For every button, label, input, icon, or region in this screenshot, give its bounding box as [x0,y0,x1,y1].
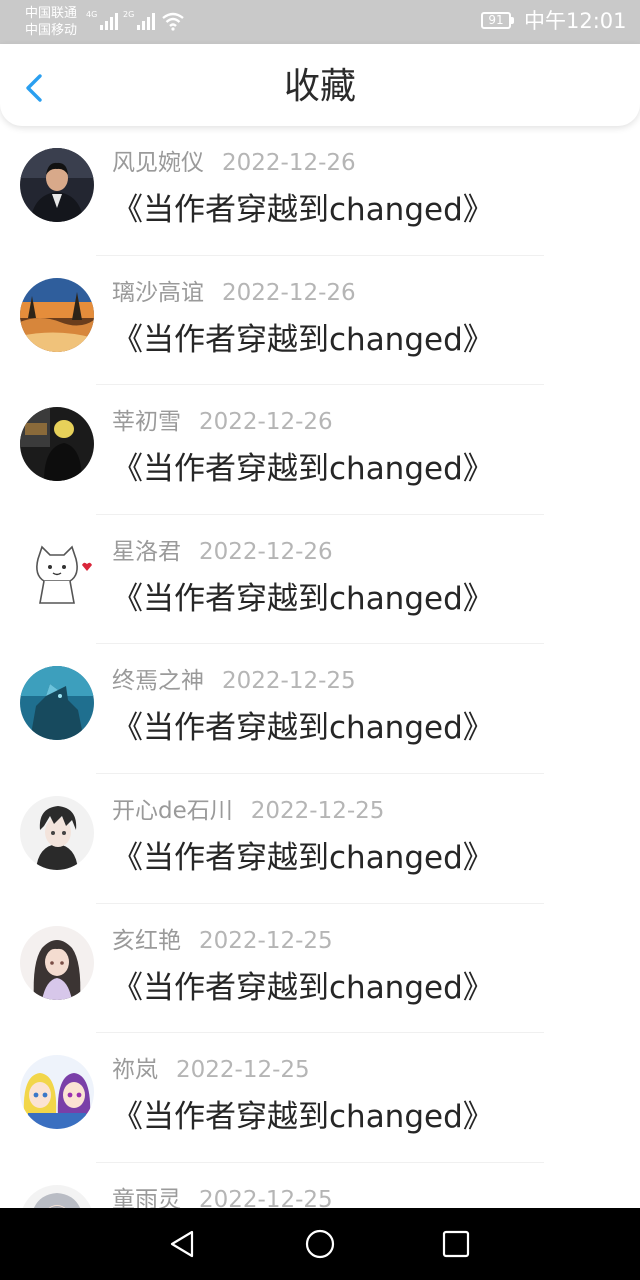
favorite-meta: 亥红艳 2022-12-25 [112,926,333,956]
favorite-item[interactable]: 祢岚 2022-12-25 《当作者穿越到changed》 [0,1033,640,1163]
favorite-date: 2022-12-26 [222,150,356,176]
favorite-item[interactable]: 童雨灵 2022-12-25 [0,1163,640,1208]
status-bar: 中国联通 中国移动 4G 2G 91 中午12:01 [0,0,640,44]
favorite-date: 2022-12-25 [199,1186,333,1208]
user-name[interactable]: 开心de石川 [112,798,233,824]
favorite-item[interactable]: 星洛君 2022-12-26 《当作者穿越到changed》 [0,515,640,645]
favorite-item[interactable]: 莘初雪 2022-12-26 《当作者穿越到changed》 [0,385,640,515]
signal-2-icon: 2G [123,10,156,30]
work-title[interactable]: 《当作者穿越到changed》 [112,708,494,748]
favorite-meta: 风见婉仪 2022-12-26 [112,148,356,178]
favorite-item[interactable]: 风见婉仪 2022-12-26 《当作者穿越到changed》 [0,126,640,256]
avatar[interactable] [20,666,94,741]
page-title: 收藏 [283,66,356,107]
network-type-2: 2G [123,10,135,19]
work-title[interactable]: 《当作者穿越到changed》 [112,838,494,878]
user-name[interactable]: 童雨灵 [112,1187,181,1208]
favorite-meta: 祢岚 2022-12-25 [112,1055,310,1085]
carrier-2: 中国移动 [25,23,78,38]
user-name[interactable]: 星洛君 [112,539,181,565]
network-type-1: 4G [86,10,98,19]
favorite-date: 2022-12-26 [199,409,333,436]
status-time: 中午12:01 [524,9,627,33]
avatar[interactable] [20,536,94,611]
carrier-labels: 中国联通 中国移动 [25,5,77,39]
user-name[interactable]: 风见婉仪 [112,150,204,176]
user-name[interactable]: 亥红艳 [112,928,181,954]
user-name[interactable]: 祢岚 [112,1057,158,1083]
navigation-bar [0,1208,640,1280]
work-title[interactable]: 《当作者穿越到changed》 [112,320,494,360]
favorite-meta: 开心de石川 2022-12-25 [112,796,384,826]
user-name[interactable]: 莘初雪 [112,409,181,435]
work-title[interactable]: 《当作者穿越到changed》 [112,968,494,1008]
work-title[interactable]: 《当作者穿越到changed》 [112,449,494,489]
favorite-meta: 星洛君 2022-12-26 [112,537,333,567]
avatar[interactable] [20,795,94,870]
favorite-meta: 童雨灵 2022-12-25 [112,1185,333,1208]
favorite-meta: 璃沙高谊 2022-12-26 [112,278,356,308]
avatar[interactable] [20,407,94,482]
favorite-item[interactable]: 终焉之神 2022-12-25 《当作者穿越到changed》 [0,644,640,774]
favorite-item[interactable]: 开心de石川 2022-12-25 《当作者穿越到changed》 [0,774,640,904]
favorite-item[interactable]: 璃沙高谊 2022-12-26 《当作者穿越到changed》 [0,256,640,386]
favorite-date: 2022-12-25 [250,797,385,824]
carrier-1: 中国联通 [25,6,78,21]
work-title[interactable]: 《当作者穿越到changed》 [112,190,494,230]
wifi-icon [162,12,184,31]
nav-recents-icon[interactable] [440,1228,472,1260]
favorite-meta: 莘初雪 2022-12-26 [112,407,333,437]
work-title[interactable]: 《当作者穿越到changed》 [112,579,494,619]
signal-1-icon: 4G [86,10,119,30]
favorite-date: 2022-12-26 [222,279,356,306]
favorite-date: 2022-12-25 [176,1057,310,1084]
favorite-date: 2022-12-25 [199,927,333,954]
avatar[interactable] [20,1184,94,1208]
avatar[interactable] [20,148,94,222]
avatar[interactable] [20,277,94,352]
header: 收藏 [0,44,640,126]
work-title[interactable]: 《当作者穿越到changed》 [112,1097,494,1137]
favorite-date: 2022-12-25 [222,668,356,695]
favorite-meta: 终焉之神 2022-12-25 [112,666,356,696]
favorite-date: 2022-12-26 [199,538,333,565]
battery-icon: 91 [481,12,511,29]
nav-home-icon[interactable] [304,1228,336,1260]
favorite-item[interactable]: 亥红艳 2022-12-25 《当作者穿越到changed》 [0,904,640,1034]
avatar[interactable] [20,1055,94,1130]
user-name[interactable]: 终焉之神 [112,668,204,694]
favorites-list: 风见婉仪 2022-12-26 《当作者穿越到changed》 璃沙高谊 2022-… [0,126,640,1208]
battery-cap [511,17,514,24]
avatar[interactable] [20,925,94,1000]
user-name[interactable]: 璃沙高谊 [112,280,204,306]
nav-back-icon[interactable] [166,1228,198,1260]
